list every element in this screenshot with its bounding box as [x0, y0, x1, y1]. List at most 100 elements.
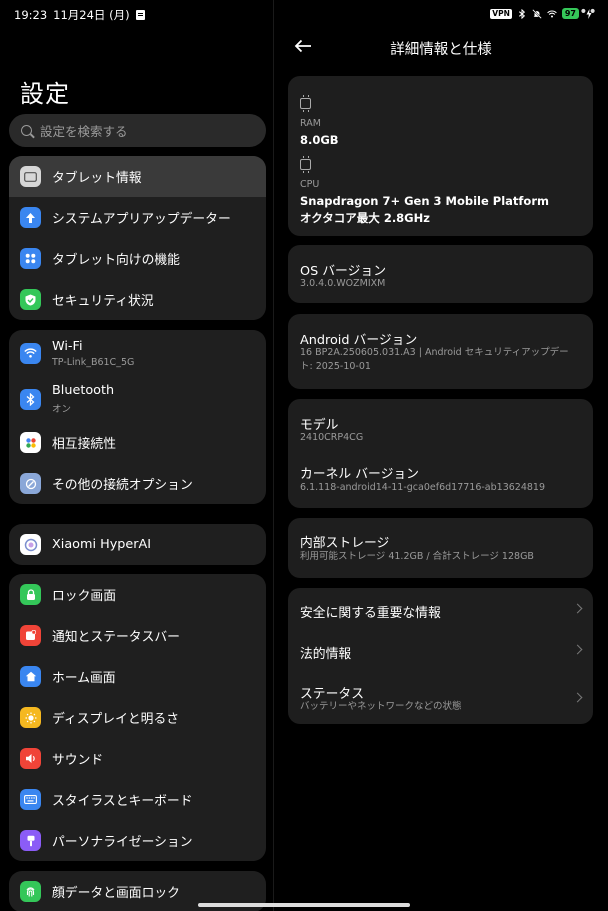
- item-sub: TP-Link_B61C_5G: [52, 356, 135, 368]
- settings-item-notification-statusbar[interactable]: 通知とステータスバー: [9, 615, 266, 656]
- settings-item-bluetooth[interactable]: Bluetooth オン: [9, 376, 266, 422]
- search-icon: [21, 125, 32, 136]
- status-row[interactable]: ステータス バッテリーやネットワークなどの状態: [288, 670, 593, 724]
- settings-group-device: タブレット情報 システムアプリアップデーター タブレット向けの機能 セキュリティ…: [9, 156, 266, 320]
- search-placeholder: 設定を検索する: [40, 124, 128, 139]
- wifi-status-icon: [547, 10, 557, 18]
- shield-check-icon: [20, 289, 41, 310]
- item-label: システムアプリアップデーター: [52, 212, 231, 227]
- item-label: パーソナライゼーション: [52, 835, 193, 850]
- cpu-value: Snapdragon 7+ Gen 3 Mobile Platform: [300, 194, 549, 208]
- storage-card[interactable]: 内部ストレージ 利用可能ストレージ 41.2GB / 合計ストレージ 128GB: [288, 518, 593, 578]
- info-links-card: 安全に関する重要な情報 法的情報 ステータス バッテリーやネットワークなどの状態: [288, 588, 593, 724]
- item-label: ディスプレイと明るさ: [52, 712, 180, 727]
- android-version-card[interactable]: Android バージョン 16 BP2A.250605.031.A3 | An…: [288, 314, 593, 389]
- bluetooth-status-icon: [518, 8, 525, 19]
- wifi-icon: [20, 342, 41, 364]
- item-label: Bluetooth: [52, 383, 115, 398]
- status-bar-right: VPN 97: [490, 8, 594, 19]
- safety-info-label: 安全に関する重要な情報: [300, 606, 441, 621]
- status-time: 19:23: [14, 8, 48, 22]
- item-label: 通知とステータスバー: [52, 630, 180, 645]
- safety-info-row[interactable]: 安全に関する重要な情報: [288, 588, 593, 630]
- charging-bolt-icon: [586, 8, 592, 19]
- settings-item-tablet-features[interactable]: タブレット向けの機能: [9, 238, 266, 279]
- legal-info-row[interactable]: 法的情報: [288, 630, 593, 670]
- memory-chip-icon: [300, 95, 311, 112]
- search-input[interactable]: 設定を検索する: [9, 114, 266, 147]
- model-kernel-card: モデル 2410CRP4CG カーネル バージョン 6.1.118-androi…: [288, 399, 593, 508]
- page-title: 設定: [20, 80, 70, 108]
- item-sub: オン: [52, 404, 72, 415]
- chevron-right-icon: [572, 692, 583, 703]
- os-version-card[interactable]: OS バージョン 3.0.4.0.WOZMIXM: [288, 245, 593, 303]
- item-label: ホーム画面: [52, 671, 116, 686]
- settings-item-system-app-updater[interactable]: システムアプリアップデーター: [9, 197, 266, 238]
- grid-icon: [20, 248, 41, 269]
- item-label: 顔データと画面ロック: [52, 886, 180, 901]
- legal-info-label: 法的情報: [300, 647, 352, 662]
- vpn-badge: VPN: [490, 8, 512, 19]
- settings-item-stylus-keyboard[interactable]: スタイラスとキーボード: [9, 779, 266, 820]
- settings-group-personal: ロック画面 通知とステータスバー ホーム画面 ディスプレイと明るさ サウンド ス…: [9, 574, 266, 861]
- storage-value: 利用可能ストレージ 41.2GB / 合計ストレージ 128GB: [300, 551, 534, 562]
- arrow-up-icon: [20, 207, 41, 228]
- brush-icon: [20, 830, 41, 851]
- notification-icon: [20, 625, 41, 646]
- hyperai-icon: [20, 534, 41, 555]
- chevron-right-icon: [572, 644, 583, 655]
- settings-item-security-status[interactable]: セキュリティ状況: [9, 279, 266, 320]
- settings-group-ai: Xiaomi HyperAI: [9, 524, 266, 565]
- interconnect-icon: [20, 432, 41, 453]
- os-version-value: 3.0.4.0.WOZMIXM: [300, 278, 386, 289]
- item-label: セキュリティ状況: [52, 294, 154, 309]
- settings-group-connectivity: Wi-Fi TP-Link_B61C_5G Bluetooth オン 相互接続性…: [9, 330, 266, 504]
- detail-title: 詳細情報と仕様: [390, 42, 492, 58]
- lock-icon: [20, 584, 41, 605]
- android-version-value: 16 BP2A.250605.031.A3 | Android セキュリティアッ…: [300, 347, 569, 358]
- settings-item-interconnectivity[interactable]: 相互接続性: [9, 422, 266, 463]
- item-label: タブレット情報: [52, 171, 142, 186]
- link-icon: [20, 473, 41, 494]
- settings-item-lock-screen[interactable]: ロック画面: [9, 574, 266, 615]
- item-label: Wi-Fi: [52, 338, 83, 354]
- item-label: スタイラスとキーボード: [52, 794, 193, 809]
- settings-item-xiaomi-hyperai[interactable]: Xiaomi HyperAI: [9, 524, 266, 565]
- cpu-label: CPU: [300, 179, 320, 190]
- ram-value: 8.0GB: [300, 133, 339, 147]
- home-gesture-bar[interactable]: [198, 903, 410, 907]
- cpu-freq-value: オクタコア最大 2.8GHz: [300, 211, 430, 225]
- keyboard-icon: [20, 789, 41, 810]
- home-icon: [20, 666, 41, 687]
- detail-header: 詳細情報と仕様: [274, 30, 608, 64]
- settings-pane: 19:23 11月24日 (月) 設定 設定を検索する タブレット情報 システム…: [0, 0, 274, 911]
- item-label: サウンド: [52, 753, 104, 768]
- status-date: 11月24日 (月): [53, 8, 130, 22]
- item-label: Xiaomi HyperAI: [52, 537, 152, 552]
- status-sub: バッテリーやネットワークなどの状態: [300, 701, 462, 712]
- cpu-chip-icon: [300, 156, 311, 173]
- notification-note-icon: [135, 10, 145, 20]
- android-security-date: ト: 2025-10-01: [300, 361, 371, 372]
- settings-item-personalization[interactable]: パーソナライゼーション: [9, 820, 266, 861]
- detail-pane: ••• VPN 97 詳細情報と仕様 RAM 8.0GB CPU Snapdra…: [274, 0, 608, 911]
- sun-icon: [20, 707, 41, 728]
- model-value: 2410CRP4CG: [300, 432, 364, 443]
- ram-label: RAM: [300, 118, 321, 129]
- item-label: タブレット向けの機能: [52, 253, 180, 268]
- kernel-value: 6.1.118-android14-11-gca0ef6d17716-ab136…: [300, 482, 546, 493]
- speaker-icon: [20, 748, 41, 769]
- spec-card: RAM 8.0GB CPU Snapdragon 7+ Gen 3 Mobile…: [288, 76, 593, 236]
- settings-item-display-brightness[interactable]: ディスプレイと明るさ: [9, 697, 266, 738]
- settings-item-sound[interactable]: サウンド: [9, 738, 266, 779]
- settings-item-wifi[interactable]: Wi-Fi TP-Link_B61C_5G: [9, 330, 266, 376]
- bluetooth-icon: [20, 388, 41, 410]
- settings-item-tablet-info[interactable]: タブレット情報: [9, 156, 266, 197]
- kernel-label: カーネル バージョン: [300, 467, 419, 482]
- settings-item-home-screen[interactable]: ホーム画面: [9, 656, 266, 697]
- settings-item-other-connection[interactable]: その他の接続オプション: [9, 463, 266, 504]
- tablet-icon: [20, 166, 41, 187]
- mute-bell-icon: [532, 8, 542, 19]
- storage-label: 内部ストレージ: [300, 536, 390, 551]
- fingerprint-icon: [20, 881, 41, 902]
